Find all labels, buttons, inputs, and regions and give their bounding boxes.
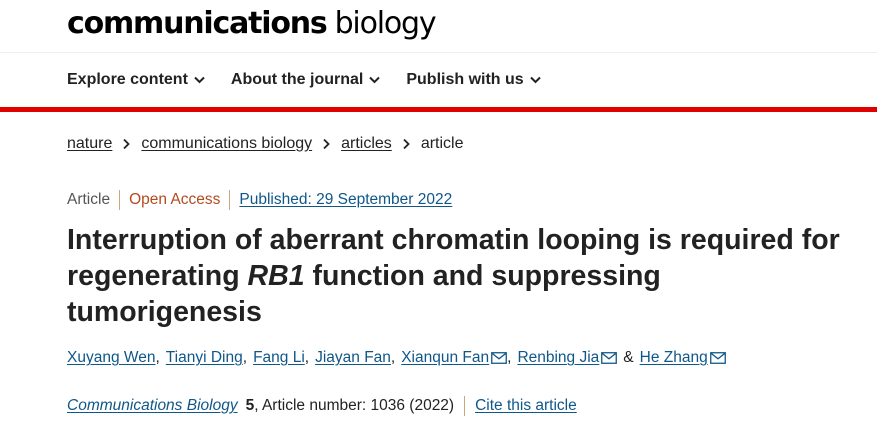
- author-link[interactable]: He Zhang: [640, 349, 708, 367]
- meta-divider: [229, 190, 231, 210]
- citation-line: Communications Biology 5 , Article numbe…: [67, 396, 577, 416]
- nav-label: Publish with us: [406, 71, 524, 88]
- mail-icon[interactable]: [601, 352, 618, 364]
- author-ampersand: &: [623, 349, 634, 366]
- author-comma: ,: [304, 349, 310, 366]
- chevron-right-icon: [323, 138, 330, 150]
- header-divider: [0, 52, 877, 53]
- journal-logo[interactable]: communications biology: [67, 6, 437, 46]
- breadcrumb-communications-biology[interactable]: communications biology: [141, 135, 312, 153]
- chevron-down-icon: [529, 76, 541, 84]
- author-comma: ,: [155, 349, 160, 366]
- mail-icon[interactable]: [491, 352, 508, 364]
- article-title: Interruption of aberrant chromatin loopi…: [67, 222, 847, 330]
- breadcrumb: nature communications biology articles a…: [67, 135, 464, 153]
- author-comma: ,: [390, 349, 396, 366]
- accent-bar: [0, 107, 877, 112]
- author-link[interactable]: Fang Li: [253, 349, 305, 367]
- chevron-down-icon: [369, 76, 381, 84]
- article-type: Article: [67, 191, 111, 208]
- mail-icon[interactable]: [709, 352, 726, 364]
- nav-about-the-journal[interactable]: About the journal: [230, 71, 381, 89]
- article-number: , Article number: 1036 (2022): [254, 397, 455, 414]
- author-link[interactable]: Tianyi Ding: [166, 349, 243, 367]
- chevron-down-icon: [194, 76, 205, 84]
- nav-explore-content[interactable]: Explore content: [67, 71, 205, 89]
- breadcrumb-articles[interactable]: articles: [341, 135, 392, 153]
- author-link[interactable]: Xuyang Wen: [67, 349, 155, 367]
- author-comma: ,: [242, 349, 248, 366]
- title-gene-name: RB1: [247, 260, 305, 292]
- logo-bold-text: communications: [67, 6, 328, 41]
- chevron-right-icon: [123, 138, 131, 150]
- open-access-label: Open Access: [129, 191, 221, 208]
- published-date-link[interactable]: Published: 29 September 2022: [239, 191, 452, 209]
- nav-label: Explore content: [67, 71, 188, 88]
- author-list: Xuyang Wen, Tianyi Ding, Fang Li, Jiayan…: [67, 349, 726, 367]
- chevron-right-icon: [403, 138, 410, 150]
- nav-label: About the journal: [230, 71, 364, 88]
- citation-divider: [464, 396, 466, 416]
- author-link[interactable]: Xianqun Fan: [401, 349, 489, 367]
- author-link[interactable]: Renbing Jia: [517, 349, 599, 367]
- author-link[interactable]: Jiayan Fan: [315, 349, 391, 367]
- nav-publish-with-us[interactable]: Publish with us: [406, 71, 541, 89]
- main-nav: Explore content About the journal Publis…: [67, 71, 541, 89]
- meta-divider: [119, 190, 121, 210]
- author-comma: ,: [507, 349, 512, 366]
- volume-number: 5: [245, 397, 255, 414]
- cite-this-article-link[interactable]: Cite this article: [475, 397, 577, 415]
- logo-light-text: biology: [334, 6, 437, 41]
- breadcrumb-current: article: [420, 135, 464, 152]
- breadcrumb-nature[interactable]: nature: [67, 135, 112, 153]
- article-meta: Article Open Access Published: 29 Septem…: [67, 190, 452, 210]
- journal-link[interactable]: Communications Biology: [67, 397, 238, 415]
